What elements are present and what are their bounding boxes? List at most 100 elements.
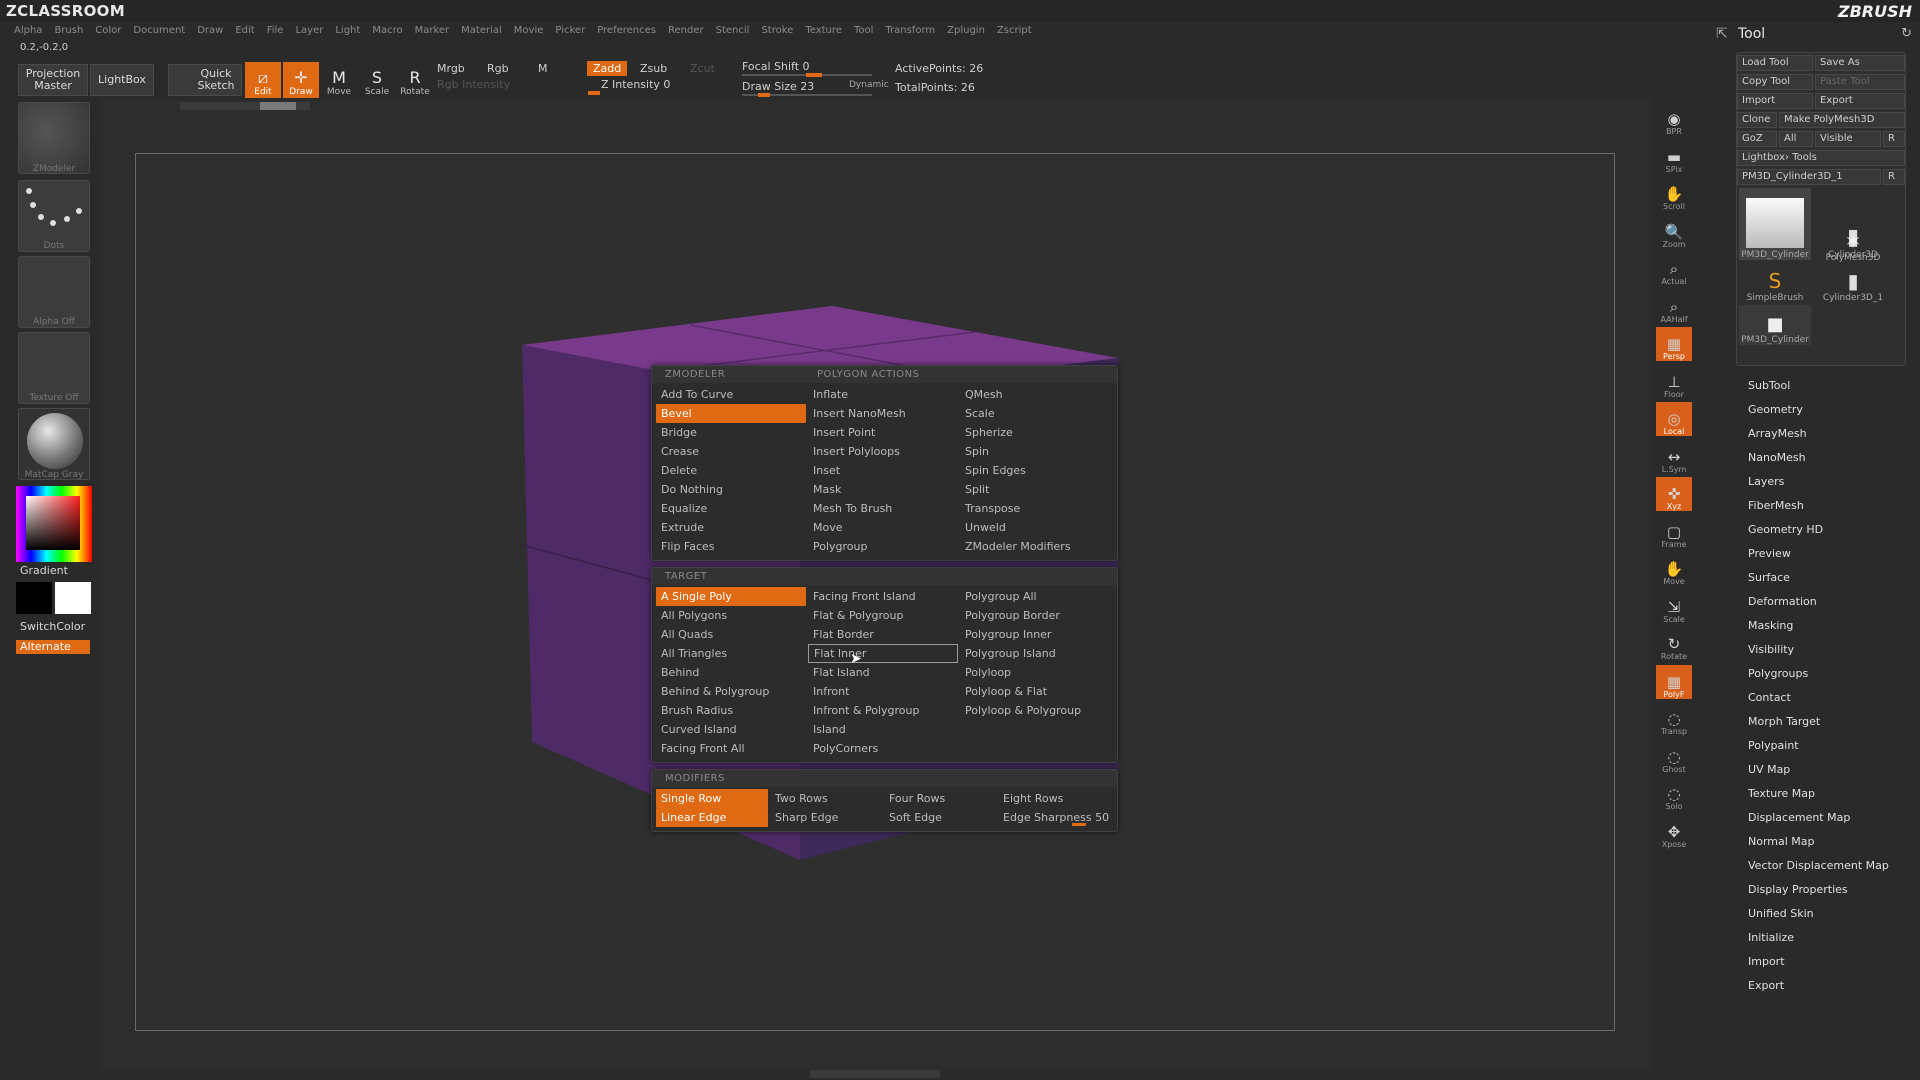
goz-all-button[interactable]: All <box>1779 131 1813 147</box>
polyf-button[interactable]: ▦ PolyF <box>1656 664 1692 699</box>
subpalette-preview[interactable]: Preview <box>1748 542 1889 566</box>
target-flat-border[interactable]: Flat Border <box>808 625 960 644</box>
subpalette-initialize[interactable]: Initialize <box>1748 926 1889 950</box>
frame-button[interactable]: ▢ Frame <box>1656 515 1692 549</box>
persp-button[interactable]: ▦ Persp <box>1656 327 1692 361</box>
action-inset[interactable]: Inset <box>808 461 960 480</box>
current-tool-slider[interactable]: PM3D_Cylinder3D_1 <box>1737 169 1881 185</box>
action-polygroup[interactable]: Polygroup <box>808 537 960 556</box>
action-mask[interactable]: Mask <box>808 480 960 499</box>
target-a-single-poly[interactable]: A Single Poly <box>656 587 806 606</box>
modifier-sharp-edge[interactable]: Sharp Edge <box>770 808 884 827</box>
actual-button[interactable]: ⌕ Actual <box>1656 252 1692 286</box>
target-flat-inner[interactable]: Flat Inner <box>808 644 958 663</box>
target-polyloop[interactable]: Polyloop <box>960 663 1112 682</box>
subpalette-morph-target[interactable]: Morph Target <box>1748 710 1889 734</box>
subpalette-geometry[interactable]: Geometry <box>1748 398 1889 422</box>
target-polyloop-flat[interactable]: Polyloop & Flat <box>960 682 1112 701</box>
target-polygroup-island[interactable]: Polygroup Island <box>960 644 1112 663</box>
target-infront-polygroup[interactable]: Infront & Polygroup <box>808 701 960 720</box>
rotate-button[interactable]: ↻ Rotate <box>1656 627 1692 661</box>
subpalette-arraymesh[interactable]: ArrayMesh <box>1748 422 1889 446</box>
copy-tool-button[interactable]: Copy Tool <box>1737 74 1813 90</box>
spix-button[interactable]: ▬ SPix <box>1656 140 1692 174</box>
subpalette-subtool[interactable]: SubTool <box>1748 374 1889 398</box>
subpalette-fibermesh[interactable]: FiberMesh <box>1748 494 1889 518</box>
action-split[interactable]: Split <box>960 480 1112 499</box>
subpalette-surface[interactable]: Surface <box>1748 566 1889 590</box>
action-bridge[interactable]: Bridge <box>656 423 808 442</box>
zoom-button[interactable]: 🔍 Zoom <box>1656 215 1692 249</box>
transp-button[interactable]: ◌ Transp <box>1656 702 1692 736</box>
action-equalize[interactable]: Equalize <box>656 499 808 518</box>
modifier-single-row[interactable]: Single Row <box>656 789 768 808</box>
save-as-button[interactable]: Save As <box>1815 55 1905 71</box>
modifier-soft-edge[interactable]: Soft Edge <box>884 808 998 827</box>
action-spherize[interactable]: Spherize <box>960 423 1112 442</box>
target-polygroup-border[interactable]: Polygroup Border <box>960 606 1112 625</box>
xyz-button[interactable]: ✜ Xyz <box>1656 477 1692 511</box>
goz-button[interactable]: GoZ <box>1737 131 1777 147</box>
clone-button[interactable]: Clone <box>1737 112 1777 128</box>
action-do-nothing[interactable]: Do Nothing <box>656 480 808 499</box>
bottom-tray-handle[interactable] <box>810 1070 940 1078</box>
action-bevel[interactable]: Bevel <box>656 404 806 423</box>
scale-button[interactable]: ⇲ Scale <box>1656 590 1692 624</box>
target-all-polygons[interactable]: All Polygons <box>656 606 808 625</box>
target-facing-front-island[interactable]: Facing Front Island <box>808 587 960 606</box>
modifier-edge-sharpness-50[interactable]: Edge Sharpness 50 <box>998 808 1118 827</box>
import-button[interactable]: Import <box>1737 93 1813 109</box>
action-add-to-curve[interactable]: Add To Curve <box>656 385 808 404</box>
make-polymesh3d-button[interactable]: Make PolyMesh3D <box>1779 112 1905 128</box>
aahalf-button[interactable]: ⌕ AAHalf <box>1656 290 1692 324</box>
subpalette-uv-map[interactable]: UV Map <box>1748 758 1889 782</box>
action-inflate[interactable]: Inflate <box>808 385 960 404</box>
subpalette-visibility[interactable]: Visibility <box>1748 638 1889 662</box>
action-spin[interactable]: Spin <box>960 442 1112 461</box>
subpalette-export[interactable]: Export <box>1748 974 1889 998</box>
ghost-button[interactable]: ◌ Ghost <box>1656 740 1692 774</box>
target-behind-polygroup[interactable]: Behind & Polygroup <box>656 682 808 701</box>
subpalette-displacement-map[interactable]: Displacement Map <box>1748 806 1889 830</box>
target-infront[interactable]: Infront <box>808 682 960 701</box>
subpalette-polygroups[interactable]: Polygroups <box>1748 662 1889 686</box>
move-button[interactable]: ✋ Move <box>1656 552 1692 586</box>
current-tool-r-button[interactable]: R <box>1883 169 1905 185</box>
action-qmesh[interactable]: QMesh <box>960 385 1112 404</box>
modifier-four-rows[interactable]: Four Rows <box>884 789 998 808</box>
xpose-button[interactable]: ✥ Xpose <box>1656 815 1692 849</box>
target-flat-island[interactable]: Flat Island <box>808 663 960 682</box>
action-insert-nanomesh[interactable]: Insert NanoMesh <box>808 404 960 423</box>
target-facing-front-all[interactable]: Facing Front All <box>656 739 808 758</box>
subpalette-texture-map[interactable]: Texture Map <box>1748 782 1889 806</box>
target-polygroup-all[interactable]: Polygroup All <box>960 587 1112 606</box>
action-scale[interactable]: Scale <box>960 404 1112 423</box>
target-flat-polygroup[interactable]: Flat & Polygroup <box>808 606 960 625</box>
subpalette-deformation[interactable]: Deformation <box>1748 590 1889 614</box>
subpalette-nanomesh[interactable]: NanoMesh <box>1748 446 1889 470</box>
subpalette-vector-displacement-map[interactable]: Vector Displacement Map <box>1748 854 1889 878</box>
tool-thumb-cylinder3d-1[interactable]: ▮ Cylinder3D_1 <box>1817 263 1889 303</box>
action-move[interactable]: Move <box>808 518 960 537</box>
action-insert-polyloops[interactable]: Insert Polyloops <box>808 442 960 461</box>
action-transpose[interactable]: Transpose <box>960 499 1112 518</box>
goz-r-button[interactable]: R <box>1883 131 1905 147</box>
tool-thumb-pm3d-cylinder[interactable]: PM3D_Cylinder <box>1739 188 1811 260</box>
action-delete[interactable]: Delete <box>656 461 808 480</box>
subpalette-normal-map[interactable]: Normal Map <box>1748 830 1889 854</box>
action-flip-faces[interactable]: Flip Faces <box>656 537 808 556</box>
palette-reset-icon[interactable]: ↻ <box>1901 26 1912 41</box>
action-insert-point[interactable]: Insert Point <box>808 423 960 442</box>
floor-button[interactable]: ⊥ Floor <box>1656 365 1692 399</box>
action-crease[interactable]: Crease <box>656 442 808 461</box>
target-behind[interactable]: Behind <box>656 663 808 682</box>
paste-tool-button[interactable]: Paste Tool <box>1815 74 1905 90</box>
modifier-linear-edge[interactable]: Linear Edge <box>656 808 768 827</box>
local-button[interactable]: ◎ Local <box>1656 402 1692 436</box>
action-zmodeler-modifiers[interactable]: ZModeler Modifiers <box>960 537 1112 556</box>
tool-thumb-polymesh3d[interactable]: ✶ PolyMesh3D <box>1817 225 1889 263</box>
action-unweld[interactable]: Unweld <box>960 518 1112 537</box>
load-tool-button[interactable]: Load Tool <box>1737 55 1813 71</box>
target-curved-island[interactable]: Curved Island <box>656 720 808 739</box>
lightbox-tools-button[interactable]: Lightbox› Tools <box>1737 150 1905 166</box>
